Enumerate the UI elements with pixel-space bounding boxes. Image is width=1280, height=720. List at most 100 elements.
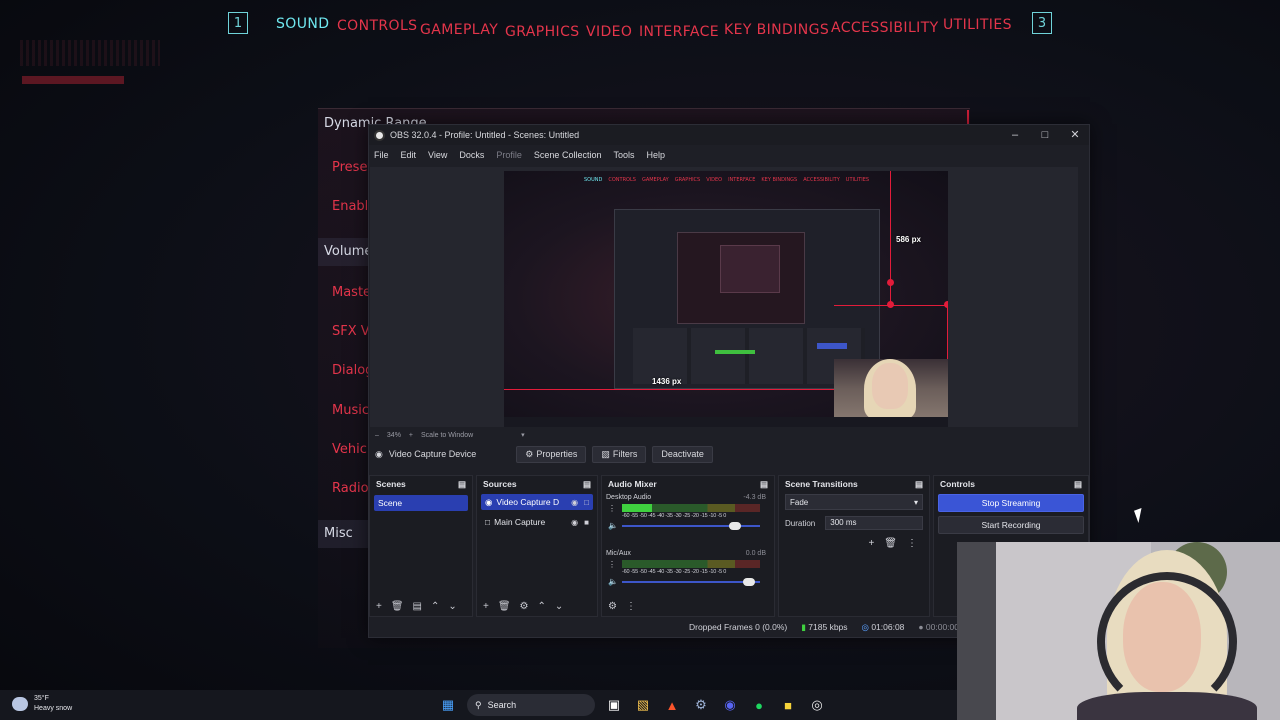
lock-icon[interactable]: ■ [584, 518, 589, 527]
selection-handle[interactable] [887, 279, 894, 286]
volume-slider-knob[interactable] [742, 578, 755, 586]
minimize-icon[interactable]: – [1003, 127, 1027, 143]
menu-tools[interactable]: Tools [613, 150, 634, 160]
game-label-preset[interactable]: Preset [332, 160, 373, 175]
dock-menu-icon[interactable]: ▤ [458, 479, 466, 490]
close-icon[interactable]: ✕ [1063, 127, 1087, 143]
volume-slider-knob[interactable] [729, 522, 742, 530]
stop-streaming-button[interactable]: Stop Streaming [938, 494, 1084, 512]
eye-icon[interactable]: ◉ [571, 518, 578, 527]
add-scene-icon[interactable]: + [376, 601, 382, 612]
dock-menu-icon[interactable]: ▤ [583, 479, 591, 490]
game-tab-video[interactable]: VIDEO [586, 24, 632, 40]
lock-icon[interactable]: □ [584, 498, 589, 507]
obs-taskbar-icon[interactable]: ◎ [807, 695, 827, 715]
move-down-icon[interactable]: ⌄ [555, 601, 563, 612]
next-tab-key[interactable]: 3 [1032, 12, 1052, 34]
preview-webcam-source[interactable] [834, 359, 948, 425]
menu-file[interactable]: File [374, 150, 389, 160]
scale-mode[interactable]: Scale to Window [421, 432, 473, 439]
source-properties-icon[interactable]: ⚙ [520, 601, 529, 612]
remove-source-icon[interactable]: 🗑 [498, 601, 511, 612]
game-tab-interface[interactable]: INTERFACE [639, 24, 719, 40]
selection-handle[interactable] [944, 301, 948, 308]
audio-mixer-dock: Audio Mixer ▤ Desktop Audio -4.3 dB ⋮ -6… [601, 475, 775, 617]
game-label-master[interactable]: Maste [332, 285, 371, 300]
obs-titlebar[interactable]: OBS 32.0.4 - Profile: Untitled - Scenes:… [369, 125, 1089, 145]
spotify-icon[interactable]: ● [749, 695, 769, 715]
properties-button[interactable]: ⚙ Properties [516, 445, 587, 463]
selection-handle[interactable] [887, 301, 894, 308]
chevron-down-icon[interactable]: ▾ [521, 431, 525, 439]
move-up-icon[interactable]: ⌃ [431, 601, 439, 612]
move-up-icon[interactable]: ⌃ [538, 601, 546, 612]
transition-actions: + 🗑 ⋮ [791, 538, 917, 549]
windows-taskbar: 35°F Heavy snow ▦ ⚲ Search ▣ ▧ ▲ ⚙ ◉ ● ■… [0, 690, 957, 720]
game-tab-graphics[interactable]: GRAPHICS [505, 24, 580, 40]
game-app-icon[interactable]: ■ [778, 695, 798, 715]
maximize-icon[interactable]: □ [1033, 127, 1057, 143]
weather-widget[interactable]: 35°F Heavy snow [12, 694, 72, 714]
deactivate-button[interactable]: Deactivate [652, 445, 713, 463]
file-explorer-icon[interactable]: ▧ [633, 695, 653, 715]
task-view-icon[interactable]: ▣ [604, 695, 624, 715]
kebab-menu-icon[interactable]: ⋮ [907, 538, 917, 549]
steam-icon[interactable]: ⚙ [691, 695, 711, 715]
dock-menu-icon[interactable]: ▤ [1074, 479, 1082, 490]
source-row[interactable]: □ Main Capture ◉ ■ [481, 514, 593, 530]
kebab-menu-icon[interactable]: ⋮ [608, 560, 616, 569]
speaker-icon[interactable]: 🔈 [608, 521, 618, 530]
dock-menu-icon[interactable]: ▤ [760, 479, 768, 490]
game-tab-sound[interactable]: SOUND [276, 16, 329, 32]
taskbar-search-label: Search [487, 700, 517, 710]
remove-scene-icon[interactable]: 🗑 [391, 601, 404, 612]
filters-button[interactable]: ▧ Filters [592, 445, 647, 463]
volume-slider[interactable] [622, 522, 760, 530]
nested-obs-preview-inner2 [720, 245, 780, 293]
kebab-menu-icon[interactable]: ⋮ [626, 601, 636, 612]
menu-edit[interactable]: Edit [401, 150, 417, 160]
game-label-music[interactable]: Music [332, 403, 369, 418]
zoom-out-icon[interactable]: – [375, 432, 379, 439]
menu-profile[interactable]: Profile [496, 150, 522, 160]
transition-select[interactable]: Fade ▾ [785, 494, 923, 510]
game-tab-key-bindings[interactable]: KEY BINDINGS [724, 22, 829, 38]
menu-view[interactable]: View [428, 150, 447, 160]
menu-scene-collection[interactable]: Scene Collection [534, 150, 602, 160]
game-label-radio[interactable]: Radio [332, 481, 369, 496]
webcam-person-shirt [1077, 692, 1257, 720]
brave-browser-icon[interactable]: ▲ [662, 695, 682, 715]
duration-input[interactable]: 300 ms [825, 516, 923, 530]
properties-button-label: Properties [536, 449, 578, 459]
zoom-in-icon[interactable]: + [409, 432, 413, 439]
mouse-cursor-icon [1134, 508, 1146, 523]
eye-icon[interactable]: ◉ [571, 498, 578, 507]
dock-menu-icon[interactable]: ▤ [915, 479, 923, 490]
scene-filters-icon[interactable]: ▤ [413, 601, 422, 612]
add-source-icon[interactable]: + [483, 601, 489, 612]
advanced-audio-icon[interactable]: ⚙ [608, 601, 617, 612]
kebab-menu-icon[interactable]: ⋮ [608, 504, 616, 513]
obs-logo-icon [374, 129, 385, 141]
stream-preview[interactable]: SOUND CONTROLS GAMEPLAY GRAPHICS VIDEO I… [504, 171, 948, 427]
speaker-icon[interactable]: 🔈 [608, 577, 618, 586]
game-tab-utilities[interactable]: UTILITIES [943, 17, 1012, 33]
game-tab-gameplay[interactable]: GAMEPLAY [420, 22, 498, 38]
source-name: Video Capture D [496, 497, 560, 507]
menu-docks[interactable]: Docks [459, 150, 484, 160]
game-tab-accessibility[interactable]: ACCESSIBILITY [831, 20, 939, 36]
discord-icon[interactable]: ◉ [720, 695, 740, 715]
game-tab-controls[interactable]: CONTROLS [337, 18, 417, 34]
height-measure-label: 586 px [896, 235, 921, 244]
scene-item[interactable]: Scene [374, 495, 468, 511]
menu-help[interactable]: Help [646, 150, 665, 160]
volume-slider[interactable] [622, 578, 760, 586]
taskbar-search[interactable]: ⚲ Search [467, 694, 595, 716]
prev-tab-key[interactable]: 1 [228, 12, 248, 34]
add-transition-icon[interactable]: + [868, 538, 874, 549]
windows-start-icon[interactable]: ▦ [438, 695, 458, 715]
move-down-icon[interactable]: ⌄ [448, 601, 456, 612]
remove-transition-icon[interactable]: 🗑 [884, 538, 897, 549]
source-row[interactable]: ◉ Video Capture D ◉ □ [481, 494, 593, 510]
start-recording-button[interactable]: Start Recording [938, 516, 1084, 534]
